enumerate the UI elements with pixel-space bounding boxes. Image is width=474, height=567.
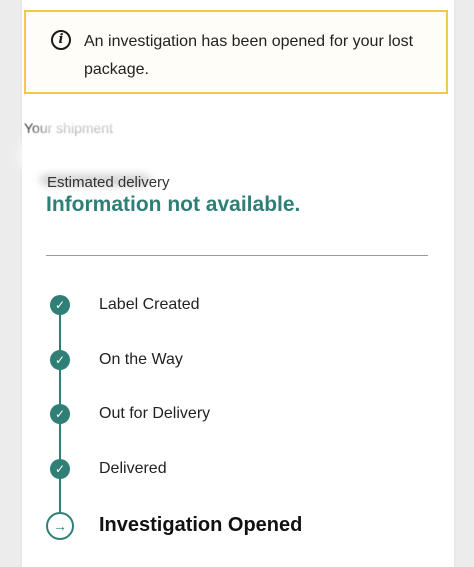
- step-investigation-opened: Investigation Opened: [99, 514, 303, 536]
- estimated-delivery-value: Information not available.: [46, 193, 301, 216]
- investigation-alert: i An investigation has been opened for y…: [24, 10, 448, 94]
- step-label-created: Label Created: [99, 296, 200, 313]
- estimated-delivery-label: Estimated delivery: [47, 174, 170, 191]
- check-icon: ✓: [50, 295, 70, 315]
- alert-message: An investigation has been opened for you…: [84, 33, 414, 78]
- redaction-smudge: [20, 136, 290, 174]
- step-out-for-delivery: Out for Delivery: [99, 405, 211, 422]
- check-icon: ✓: [50, 404, 70, 424]
- step-on-the-way: On the Way: [99, 351, 183, 368]
- redaction-smudge: [40, 118, 290, 132]
- step-delivered: Delivered: [99, 460, 167, 477]
- check-icon: ✓: [50, 459, 70, 479]
- section-divider: [46, 255, 428, 256]
- info-icon: i: [51, 30, 71, 50]
- check-icon: ✓: [50, 350, 70, 370]
- arrow-right-icon: →: [46, 512, 74, 540]
